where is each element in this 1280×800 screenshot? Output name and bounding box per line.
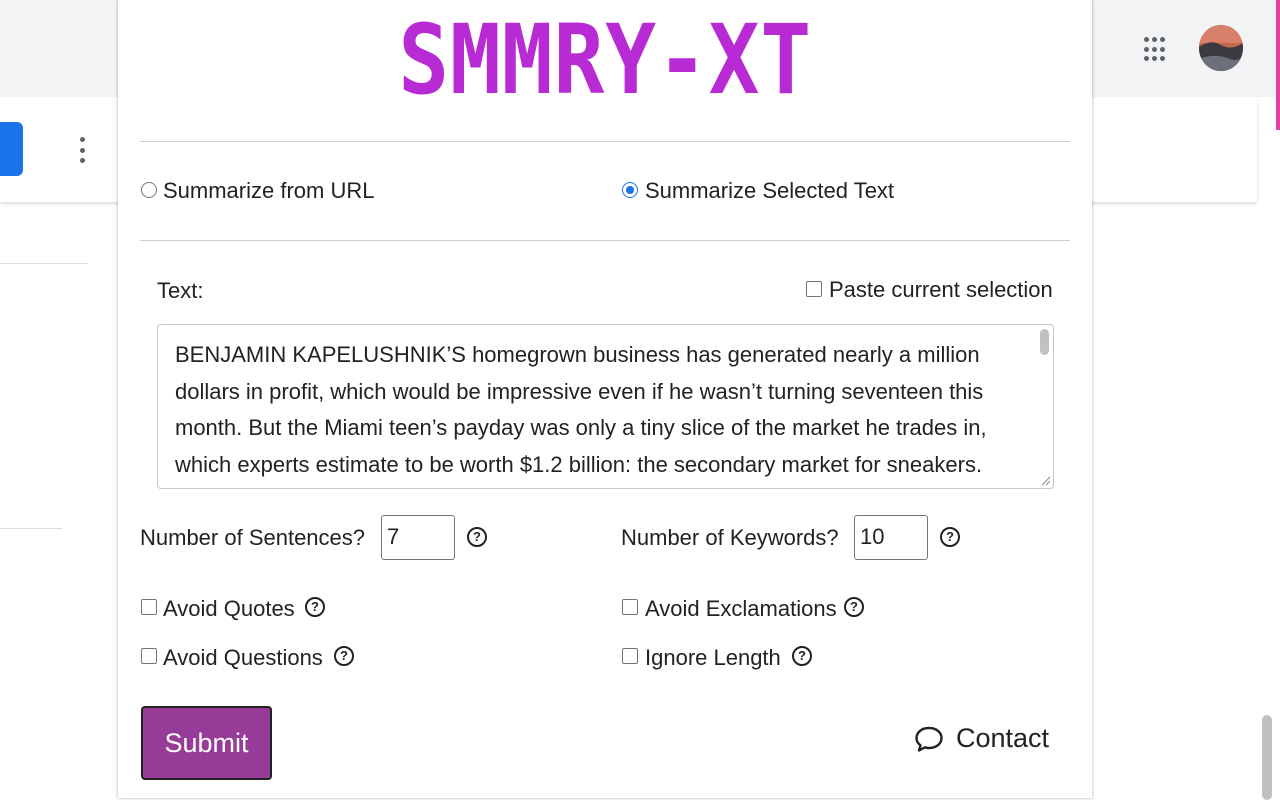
ignore-length-label[interactable]: Ignore Length (645, 645, 781, 671)
summarize-url-radio[interactable] (141, 182, 157, 198)
help-circle-icon[interactable]: ? (844, 597, 864, 617)
avoid-quotes-label[interactable]: Avoid Quotes (163, 596, 295, 622)
divider (140, 240, 1070, 241)
page-divider (0, 528, 62, 529)
contact-label: Contact (956, 723, 1050, 753)
summarize-selected-radio[interactable] (622, 182, 638, 198)
chat-bubble-icon (915, 726, 943, 752)
avoid-exclamations-label[interactable]: Avoid Exclamations (645, 596, 837, 622)
text-label: Text: (157, 278, 204, 303)
sentences-label: Number of Sentences? (140, 525, 366, 550)
page-primary-button[interactable] (0, 122, 23, 176)
avoid-quotes-checkbox[interactable] (141, 599, 157, 615)
text-area-content: BENJAMIN KAPELUSHNIK’S homegrown busines… (175, 342, 987, 477)
help-circle-icon[interactable]: ? (467, 527, 487, 547)
help-circle-icon[interactable]: ? (940, 527, 960, 547)
page-edge-accent (1276, 0, 1280, 130)
summarize-url-label[interactable]: Summarize from URL (163, 178, 374, 204)
summarize-selected-label[interactable]: Summarize Selected Text (645, 178, 894, 204)
paste-selection-label[interactable]: Paste current selection (829, 277, 1053, 303)
page-scrollbar[interactable] (1262, 715, 1272, 800)
help-circle-icon[interactable]: ? (792, 646, 812, 666)
paste-selection-checkbox[interactable] (806, 281, 822, 297)
keywords-input[interactable]: 10 (854, 515, 928, 560)
more-vert-icon[interactable] (75, 133, 89, 167)
help-circle-icon[interactable]: ? (334, 646, 354, 666)
avoid-questions-label[interactable]: Avoid Questions (163, 645, 323, 671)
logo: SMMRY-XT (118, 10, 1092, 110)
page-divider (0, 263, 88, 264)
apps-grid-icon[interactable] (1143, 36, 1171, 64)
smmry-popup: SMMRY-XT Summarize from URL Summarize Se… (118, 0, 1092, 798)
ignore-length-checkbox[interactable] (622, 648, 638, 664)
sentences-input[interactable]: 7 (381, 515, 455, 560)
avoid-exclamations-checkbox[interactable] (622, 599, 638, 615)
avatar[interactable] (1199, 25, 1243, 71)
resize-handle-icon[interactable] (1041, 476, 1051, 486)
logo-text: SMMRY-XT (398, 4, 812, 116)
avoid-questions-checkbox[interactable] (141, 648, 157, 664)
text-area[interactable]: BENJAMIN KAPELUSHNIK’S homegrown busines… (157, 324, 1054, 489)
submit-button[interactable]: Submit (141, 706, 272, 780)
contact-link[interactable]: Contact (914, 723, 1049, 754)
keywords-label: Number of Keywords? (621, 525, 839, 550)
text-area-scrollbar[interactable] (1040, 329, 1049, 355)
divider (140, 141, 1070, 142)
help-circle-icon[interactable]: ? (305, 597, 325, 617)
